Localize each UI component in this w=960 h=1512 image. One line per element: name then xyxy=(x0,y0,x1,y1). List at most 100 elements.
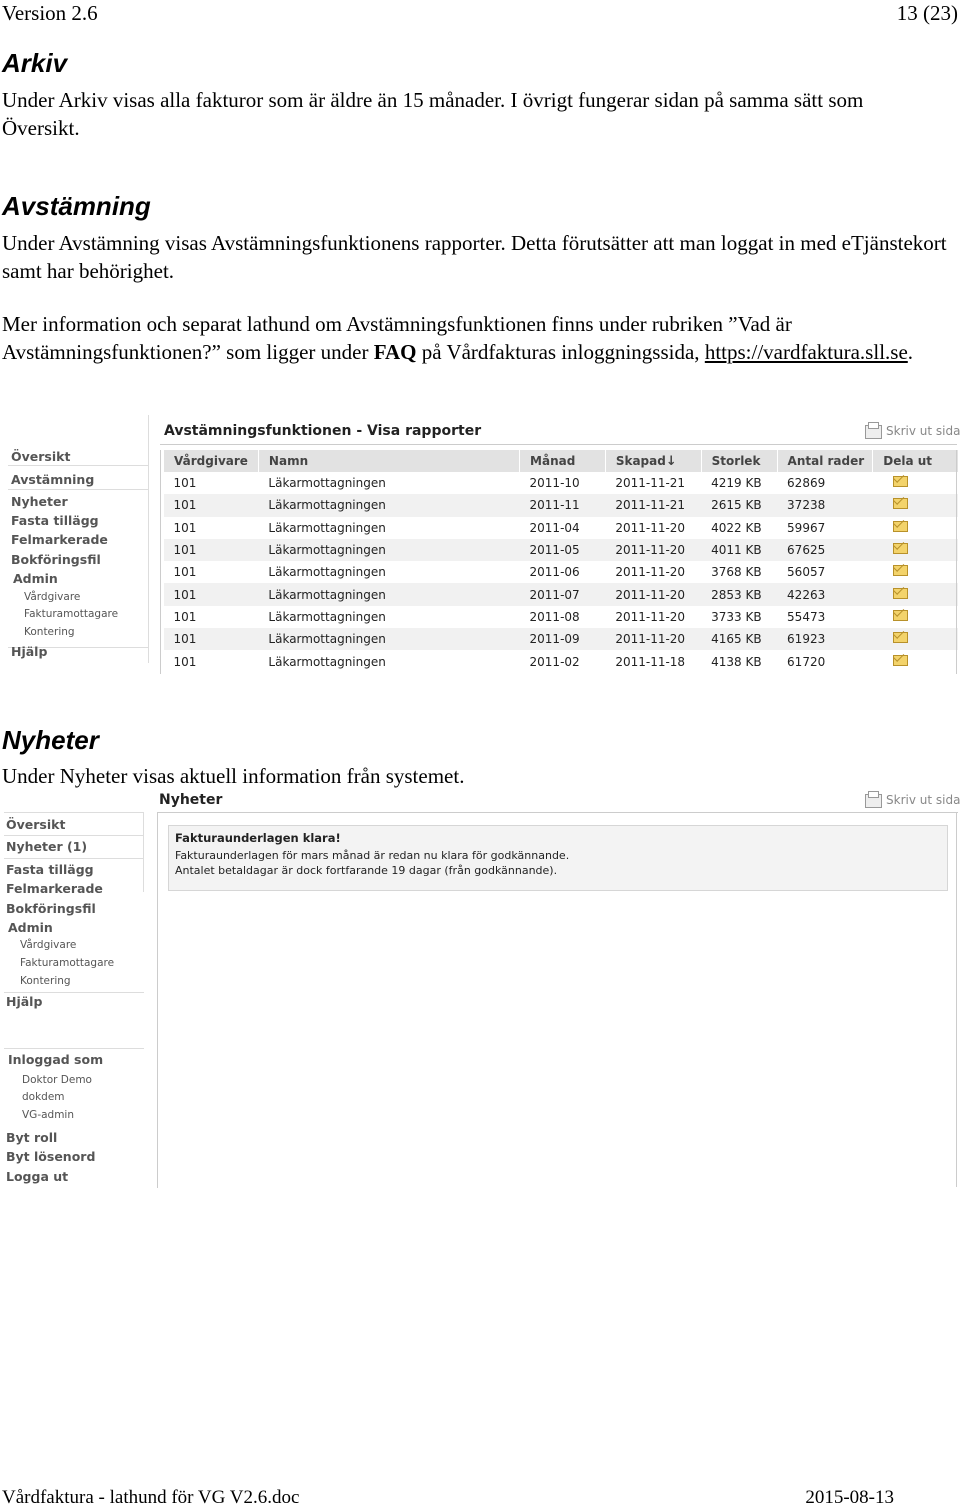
report-table: Vårdgivare Namn Månad Skapad↓ Storlek An… xyxy=(163,450,958,673)
table-cell: 2011-11-21 xyxy=(605,494,702,517)
envelope-icon[interactable] xyxy=(892,498,908,510)
envelope-icon[interactable] xyxy=(892,543,908,555)
sidebar-item-fasta-tillagg[interactable]: Fasta tillägg xyxy=(6,862,94,877)
sidebar-item-oversikt[interactable]: Översikt xyxy=(6,817,65,832)
news-item: Fakturaunderlagen klara! Fakturaunderlag… xyxy=(168,825,948,891)
sidebar-item-bokforingsfil[interactable]: Bokföringsfil xyxy=(6,901,96,916)
table-cell: 2011-05 xyxy=(519,538,606,562)
share-cell xyxy=(872,494,958,517)
column-header-antal-rader[interactable]: Antal rader xyxy=(776,450,873,472)
table-cell: 2011-11-20 xyxy=(615,520,686,535)
logout-link[interactable]: Logga ut xyxy=(6,1169,68,1184)
share-cell xyxy=(872,583,958,606)
table-cell: 101 xyxy=(173,609,197,624)
table-cell: 2011-10 xyxy=(529,476,580,491)
logged-in-label: Inloggad som xyxy=(8,1052,104,1067)
sidebar-subitem-vardgivare[interactable]: Vårdgivare xyxy=(20,939,76,951)
heading-arkiv: Arkiv xyxy=(2,48,68,78)
column-header-namn[interactable]: Namn xyxy=(257,450,520,472)
table-cell: 3768 KB xyxy=(711,565,762,580)
table-cell: 2011-11-20 xyxy=(605,538,702,562)
print-button[interactable]: Skriv ut sidan xyxy=(865,421,960,439)
switch-role-link[interactable]: Byt roll xyxy=(6,1130,57,1145)
sidebar-item-fasta-tillagg[interactable]: Fasta tillägg xyxy=(11,513,99,528)
sidebar-subitem-fakturamottagare[interactable]: Fakturamottagare xyxy=(24,608,118,620)
table-cell: 2615 KB xyxy=(701,494,778,517)
column-header-storlek[interactable]: Storlek xyxy=(700,450,778,472)
sidebar-item-admin[interactable]: Admin xyxy=(8,920,53,935)
table-cell: 4219 KB xyxy=(711,476,762,491)
printer-icon xyxy=(865,421,882,439)
sidebar-item-admin[interactable]: Admin xyxy=(13,571,58,586)
table-cell: 4165 KB xyxy=(701,628,778,651)
table-row: 101 Läkarmottagningen 2011-11 2011-11-21 261… xyxy=(163,494,958,517)
envelope-icon[interactable] xyxy=(892,565,908,577)
printer-icon xyxy=(865,790,882,808)
sidebar-item-nyheter[interactable]: Nyheter xyxy=(11,494,68,509)
sidebar-item-oversikt[interactable]: Översikt xyxy=(11,449,70,464)
column-label: Namn xyxy=(268,454,309,468)
table-cell: Läkarmottagningen xyxy=(258,494,520,517)
table-cell: 37238 xyxy=(777,494,873,517)
envelope-icon[interactable] xyxy=(892,609,908,621)
page-number: 13 (23) xyxy=(896,1,958,25)
column-label: Storlek xyxy=(711,454,761,468)
sidebar-nav-2: Översikt Nyheter (1) Fasta tillägg Felma… xyxy=(0,790,155,1190)
sidebar-subitem-fakturamottagare[interactable]: Fakturamottagare xyxy=(20,957,114,969)
table-cell: 42263 xyxy=(777,583,873,606)
table-cell: 101 xyxy=(173,654,197,669)
column-header-skapad[interactable]: Skapad↓ xyxy=(604,450,702,472)
news-line-1: Fakturaunderlagen för mars månad är reda… xyxy=(175,849,570,862)
table-cell: 3733 KB xyxy=(711,609,762,624)
table-cell: 62869 xyxy=(787,476,826,491)
sidebar-item-hjalp[interactable]: Hjälp xyxy=(6,994,42,1009)
table-cell: 101 xyxy=(173,476,197,491)
table-cell: Läkarmottagningen xyxy=(268,476,386,491)
table-cell: 2011-11 xyxy=(519,494,606,517)
table-cell: Läkarmottagningen xyxy=(268,609,386,624)
table-cell: 4022 KB xyxy=(711,520,762,535)
column-label: Skapad xyxy=(615,453,666,468)
table-row: 101 Läkarmottagningen 2011-07 2011-11-20 285… xyxy=(163,583,958,606)
screenshot-avstamning: Översikt Avstämning Nyheter Fasta tilläg… xyxy=(0,415,960,675)
column-label: Dela ut xyxy=(883,454,933,468)
envelope-icon[interactable] xyxy=(892,632,908,644)
avstamning-text-2-end: . xyxy=(907,340,914,364)
sidebar-item-felmarkerade[interactable]: Felmarkerade xyxy=(11,532,108,547)
sidebar-item-hjalp[interactable]: Hjälp xyxy=(11,644,47,659)
table-cell: 101 xyxy=(173,520,197,535)
envelope-icon[interactable] xyxy=(892,520,908,532)
share-cell xyxy=(872,538,958,562)
print-label: Skriv ut sidan xyxy=(886,793,960,807)
panel-title: Avstämningsfunktionen - Visa rapporter xyxy=(164,423,482,439)
table-cell: 4011 KB xyxy=(701,538,778,562)
sidebar-subitem-vardgivare[interactable]: Vårdgivare xyxy=(24,591,80,603)
panel-title-nyheter: Nyheter xyxy=(159,792,223,808)
table-cell: 2011-06 xyxy=(529,565,580,580)
heading-avstamning: Avstämning xyxy=(2,191,151,221)
column-header-manad[interactable]: Månad xyxy=(519,450,606,472)
vardfaktura-link[interactable]: https://vardfaktura.sll.se xyxy=(705,340,908,364)
table-cell: 2011-11-18 xyxy=(615,654,686,669)
sidebar-subitem-kontering[interactable]: Kontering xyxy=(20,975,71,987)
sidebar-item-bokforingsfil[interactable]: Bokföringsfil xyxy=(11,552,101,567)
table-cell: 2011-08 xyxy=(529,609,580,624)
print-button-2[interactable]: Skriv ut sidan xyxy=(865,790,960,808)
sidebar-item-felmarkerade[interactable]: Felmarkerade xyxy=(6,881,103,896)
sidebar-subitem-kontering[interactable]: Kontering xyxy=(24,626,75,638)
sidebar-nav: Översikt Avstämning Nyheter Fasta tilläg… xyxy=(0,415,155,675)
table-cell: 61720 xyxy=(787,654,826,669)
envelope-icon[interactable] xyxy=(892,654,908,666)
sort-down-icon: ↓ xyxy=(665,453,677,469)
share-cell xyxy=(873,517,958,539)
document-version: Version 2.6 xyxy=(2,1,98,25)
column-header-dela-ut[interactable]: Dela ut xyxy=(872,450,958,472)
change-password-link[interactable]: Byt lösenord xyxy=(6,1149,95,1164)
column-header-vardgivare[interactable]: Vårdgivare xyxy=(163,450,259,472)
sidebar-item-avstamning[interactable]: Avstämning xyxy=(11,472,94,487)
user-name: Doktor Demo xyxy=(22,1074,92,1086)
envelope-icon[interactable] xyxy=(892,476,908,488)
sidebar-item-nyheter[interactable]: Nyheter (1) xyxy=(6,839,87,854)
user-role: VG-admin xyxy=(22,1109,75,1121)
envelope-icon[interactable] xyxy=(892,587,908,599)
